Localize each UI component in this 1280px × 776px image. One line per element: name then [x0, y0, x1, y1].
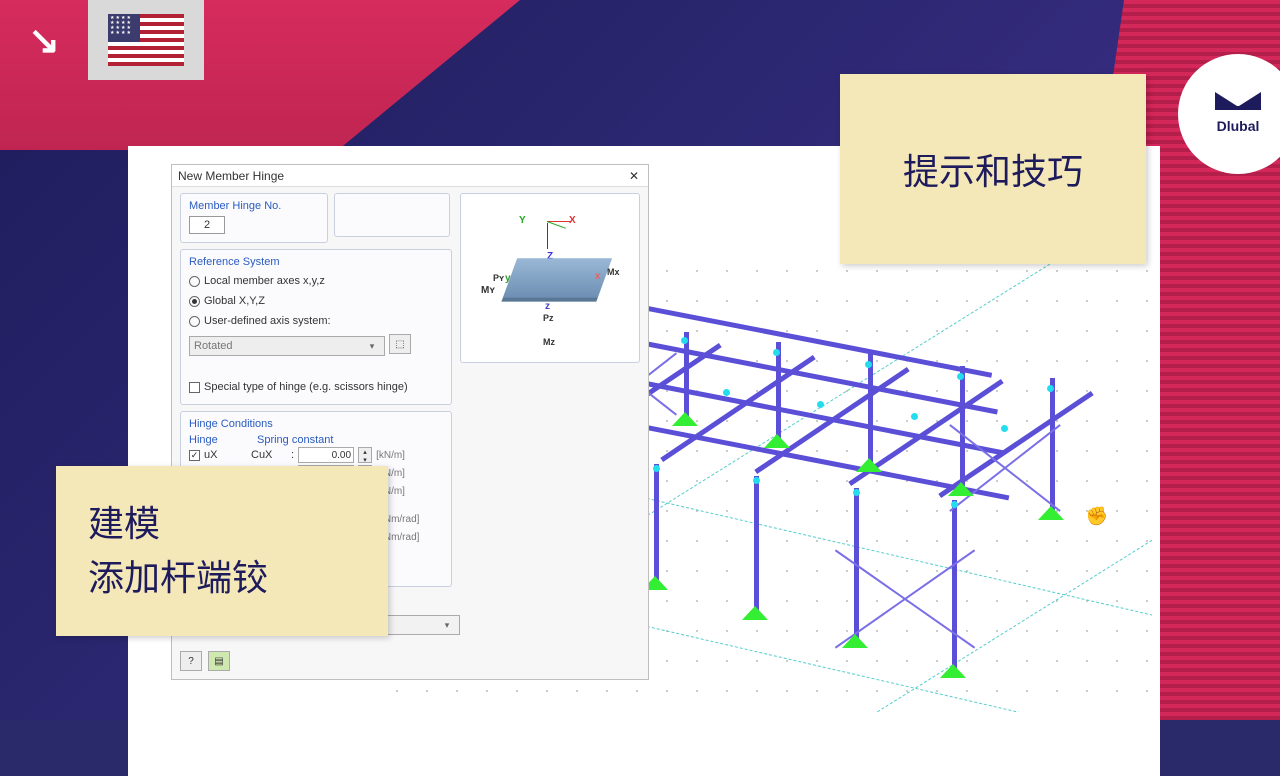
checkbox-special-hinge[interactable]: Special type of hinge (e.g. scissors hin… [189, 378, 443, 396]
group-title: Hinge Conditions [189, 418, 443, 430]
tips-label: 提示和技巧 [840, 74, 1146, 264]
axis-label-Y: Y [519, 215, 526, 226]
tips-text: 提示和技巧 [903, 143, 1083, 195]
radio-user-axes[interactable]: User-defined axis system: [189, 312, 443, 330]
chevron-down-icon: ▾ [439, 620, 455, 631]
group-spacer [334, 193, 450, 237]
axis-label-X: X [569, 215, 576, 226]
moment-label-Mz: Mz [543, 337, 555, 347]
dialog-title-text: New Member Hinge [178, 169, 284, 183]
topic-label: 建模 添加杆端铰 [56, 466, 388, 636]
group-title: Reference System [189, 256, 443, 268]
moment-label-Mx: Mx [607, 267, 620, 277]
hinge-axes-diagram: X Y Z x y z Mʏ Pʏ Mx Pz Mz [460, 193, 640, 363]
radio-local-axes[interactable]: Local member axes x,y,z [189, 272, 443, 290]
us-flag-icon: ★★★★★★★★★★★★★★★★ [108, 14, 184, 66]
force-label-Pz: Pz [543, 313, 554, 323]
dialog-titlebar[interactable]: New Member Hinge ✕ [172, 165, 648, 187]
moment-label-My: Mʏ [481, 285, 495, 296]
axis-picker-button[interactable]: ⬚ [389, 334, 411, 354]
stepper-icon[interactable]: ▴▾ [358, 447, 372, 463]
flag-badge[interactable]: ★★★★★★★★★★★★★★★★ [88, 0, 204, 80]
axis-label-z: z [545, 301, 550, 312]
spring-ux-input[interactable]: 0.00 [298, 447, 354, 463]
axis-label-x: x [595, 271, 601, 282]
hinge-number-input[interactable]: 2 [189, 216, 225, 234]
topic-line1: 建模 [88, 497, 356, 551]
chevron-down-icon: ▾ [364, 341, 380, 352]
axis-label-y: y [505, 273, 511, 284]
group-reference-system: Reference System Local member axes x,y,z… [180, 249, 452, 405]
bridge-icon [1215, 94, 1261, 114]
radio-global-axes[interactable]: Global X,Y,Z [189, 292, 443, 310]
close-icon[interactable]: ✕ [626, 168, 642, 184]
force-label-Py: Pʏ [493, 273, 504, 283]
group-hinge-number: Member Hinge No. 2 [180, 193, 328, 243]
apply-button[interactable]: ▤ [208, 651, 230, 671]
row-ux: uX CuX: 0.00 ▴▾ [kN/m] [189, 446, 443, 464]
col-hinge: Hinge [189, 434, 257, 446]
col-spring: Spring constant [257, 434, 377, 446]
checkbox-ux[interactable] [189, 450, 200, 461]
pan-cursor-icon: ✊ [1086, 506, 1108, 527]
group-title: Member Hinge No. [189, 200, 319, 212]
arrow-down-right-icon: ↘ [0, 0, 88, 80]
brand-text: Dlubal [1217, 118, 1260, 134]
topic-line2: 添加杆端铰 [88, 551, 356, 605]
help-button[interactable]: ? [180, 651, 202, 671]
user-axis-dropdown[interactable]: Rotated ▾ [189, 336, 385, 356]
